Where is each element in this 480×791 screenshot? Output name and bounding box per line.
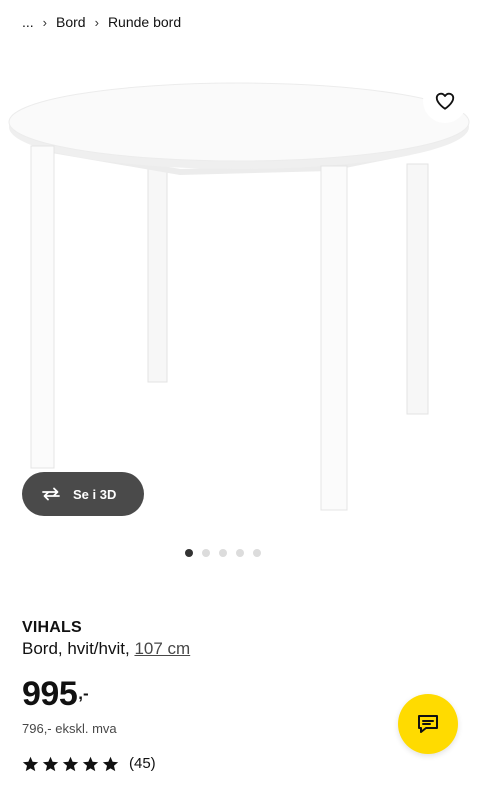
view-in-3d-button[interactable]: Se i 3D <box>22 472 144 516</box>
product-size-link[interactable]: 107 cm <box>134 639 190 658</box>
breadcrumb-ellipsis[interactable]: ... <box>22 14 34 30</box>
star-icon <box>82 756 99 771</box>
review-count: (45) <box>129 755 156 772</box>
gallery-dot-2[interactable] <box>202 549 210 557</box>
star-icon <box>62 756 79 771</box>
gallery-dot-4[interactable] <box>236 549 244 557</box>
breadcrumb-item-runde-bord[interactable]: Runde bord <box>108 14 181 30</box>
gallery-dot-1[interactable] <box>185 549 193 557</box>
gallery-pagination <box>0 549 480 557</box>
product-image <box>8 82 470 511</box>
product-description-text: Bord, hvit/hvit, <box>22 639 130 658</box>
chat-button[interactable] <box>398 694 458 754</box>
chat-bubble-icon <box>418 715 438 733</box>
breadcrumb-item-bord[interactable]: Bord <box>56 14 86 30</box>
view-in-3d-label: Se i 3D <box>73 486 117 502</box>
heart-icon <box>435 92 455 110</box>
product-name: VIHALS <box>22 619 82 636</box>
product-rating[interactable]: (45) <box>22 755 156 772</box>
star-icon <box>22 756 39 771</box>
chevron-right-icon: › <box>94 14 99 30</box>
product-price: 995 ,- <box>22 674 89 714</box>
rating-stars <box>22 756 119 772</box>
product-description: Bord, hvit/hvit, 107 cm <box>22 639 190 659</box>
favorite-button[interactable] <box>423 79 467 123</box>
product-image-gallery[interactable]: Se i 3D <box>0 42 480 538</box>
rotate-3d-icon <box>42 487 60 501</box>
star-icon <box>102 756 119 771</box>
star-icon <box>42 756 59 771</box>
breadcrumb: ... › Bord › Runde bord <box>22 12 181 32</box>
price-amount: 995 <box>22 675 78 713</box>
price-excluding-vat: 796,- ekskl. mva <box>22 721 117 736</box>
gallery-dot-5[interactable] <box>253 549 261 557</box>
chevron-right-icon: › <box>42 14 48 30</box>
gallery-dot-3[interactable] <box>219 549 227 557</box>
price-suffix: ,- <box>78 684 89 703</box>
